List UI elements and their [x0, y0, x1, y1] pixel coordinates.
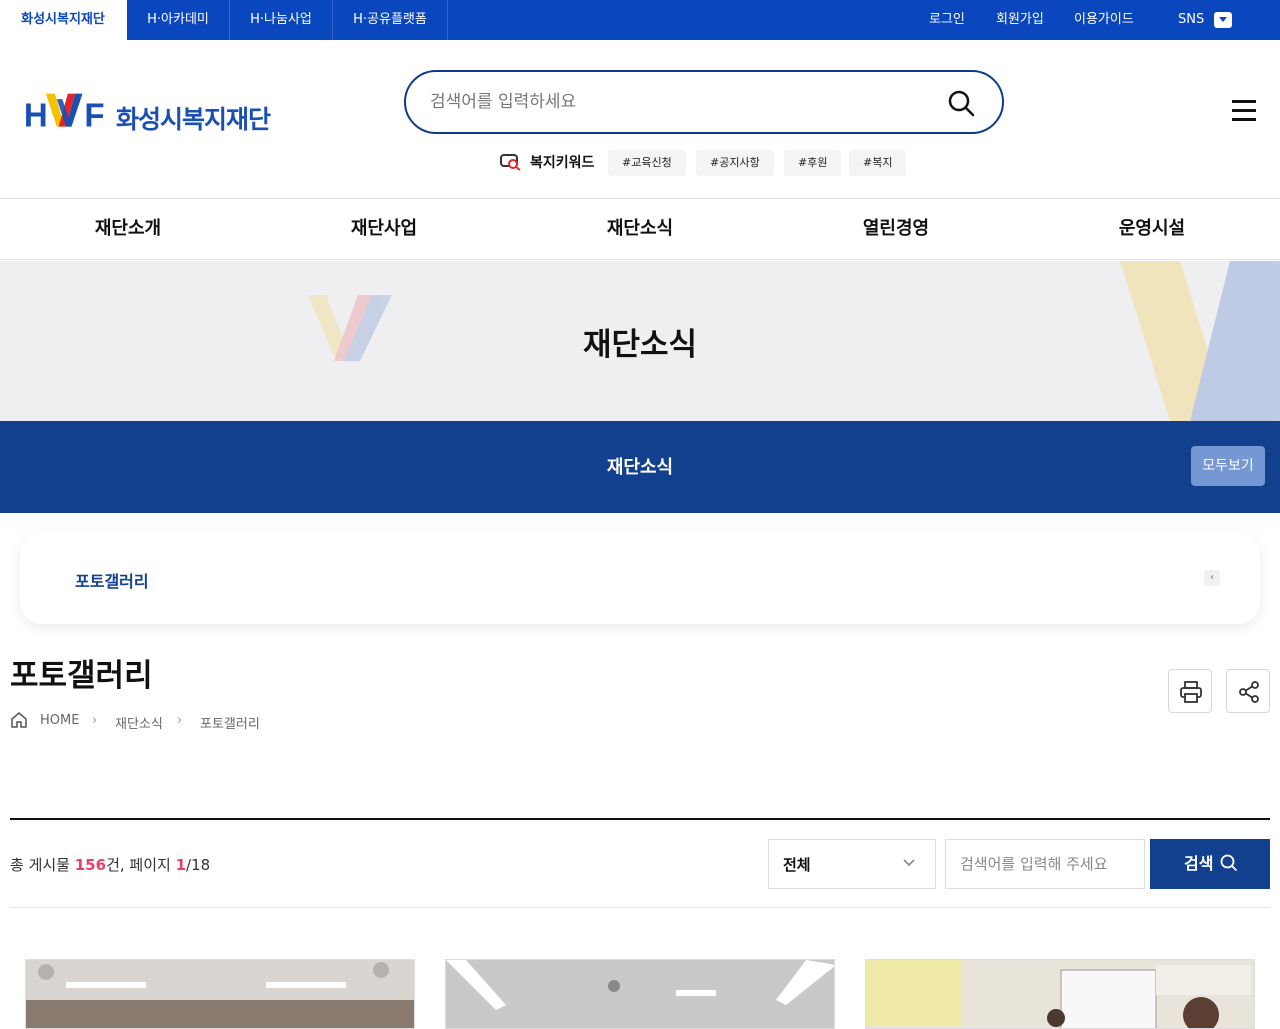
breadcrumb-photo-gallery[interactable]: 포토갤러리 [200, 713, 260, 732]
share-button[interactable] [1226, 669, 1270, 713]
sns-link[interactable]: SNS [1178, 0, 1204, 40]
search-icon [1220, 854, 1238, 872]
nav-item-about[interactable]: 재단소개 [0, 199, 256, 259]
search-button-label: 검색 [1184, 854, 1214, 873]
keyword-tag[interactable]: #후원 [784, 150, 842, 176]
view-all-button[interactable]: 모두보기 [1191, 446, 1265, 486]
site-tab-academy[interactable]: H·아카데미 [127, 0, 230, 40]
current-page: 1 [175, 856, 187, 874]
page-title: 포토갤러리 [10, 658, 153, 694]
nav-item-management[interactable]: 열린경영 [768, 199, 1024, 259]
signup-link[interactable]: 회원가입 [996, 0, 1044, 40]
count-prefix: 총 게시물 [10, 856, 75, 874]
chevron-down-icon[interactable] [1214, 12, 1232, 28]
nav-item-facilities[interactable]: 운영시설 [1024, 199, 1280, 259]
global-search-input[interactable] [430, 86, 930, 118]
home-icon[interactable] [10, 711, 28, 729]
visual-title: 재단소식 [582, 327, 698, 363]
keyword-tag[interactable]: #복지 [849, 150, 907, 176]
keyword-search-icon [500, 154, 521, 171]
print-icon [1180, 681, 1202, 703]
divider [10, 818, 1270, 820]
submenu-card: 포토갤러리 ‹ [20, 532, 1260, 624]
total-count: 156 [74, 856, 107, 874]
logo-mark-icon[interactable]: H F [20, 90, 112, 134]
gallery-photo [446, 960, 834, 1028]
login-link[interactable]: 로그인 [929, 0, 965, 40]
breadcrumb-home[interactable]: HOME [40, 713, 79, 728]
gallery-thumbnail[interactable] [865, 959, 1255, 1029]
section-bar: 재단소식 모두보기 [0, 421, 1280, 513]
board-count: 총 게시물 156건, 페이지 1/18 [10, 854, 210, 875]
print-button[interactable] [1168, 669, 1212, 713]
nav-item-business[interactable]: 재단사업 [256, 199, 512, 259]
gallery-photo [26, 960, 414, 1028]
top-utility-bar: 화성시복지재단 H·아카데미 H·나눔사업 H·공유플랫폼 로그인 회원가입 이… [0, 0, 1280, 40]
site-tab-foundation[interactable]: 화성시복지재단 [0, 0, 127, 40]
site-tab-platform[interactable]: H·공유플랫폼 [333, 0, 448, 40]
count-suffix: 건, 페이지 [106, 856, 176, 874]
hamburger-menu-icon[interactable] [1232, 100, 1258, 122]
search-filter-select[interactable]: 전체 [768, 839, 936, 889]
total-pages: /18 [186, 856, 211, 874]
svg-text:F: F [84, 97, 104, 134]
keyword-label: 복지키워드 [530, 155, 595, 171]
board-search-input[interactable] [945, 839, 1145, 889]
keyword-tag[interactable]: #공지사항 [696, 150, 774, 176]
main-navigation: 재단소개 재단사업 재단소식 열린경영 운영시설 [0, 198, 1280, 260]
gallery-thumbnail[interactable] [25, 959, 415, 1029]
gallery-thumbnail[interactable] [445, 959, 835, 1029]
keyword-tag[interactable]: #교육신청 [608, 150, 686, 176]
section-bar-title: 재단소식 [606, 457, 674, 478]
breadcrumb-news[interactable]: 재단소식 [115, 713, 163, 732]
chevron-left-icon[interactable]: ‹ [1204, 570, 1220, 586]
share-icon [1239, 681, 1259, 703]
guide-link[interactable]: 이용가이드 [1074, 0, 1134, 40]
gallery-photo [866, 960, 1254, 1028]
submenu-item-photo-gallery[interactable]: 포토갤러리 [75, 568, 149, 592]
chevron-right-icon: › [177, 713, 183, 728]
filter-value: 전체 [783, 856, 811, 874]
search-icon[interactable] [946, 88, 976, 118]
global-search [404, 70, 1004, 134]
svg-text:H: H [24, 97, 48, 134]
nav-item-news[interactable]: 재단소식 [512, 199, 768, 259]
sub-visual-banner: 재단소식 [0, 261, 1280, 421]
chevron-down-icon [903, 859, 915, 867]
chevron-right-icon: › [92, 713, 98, 728]
divider [10, 907, 1270, 908]
site-tab-sharing[interactable]: H·나눔사업 [230, 0, 333, 40]
board-search-button[interactable]: 검색 [1150, 839, 1270, 889]
logo-text[interactable]: 화성시복지재단 [116, 100, 271, 136]
